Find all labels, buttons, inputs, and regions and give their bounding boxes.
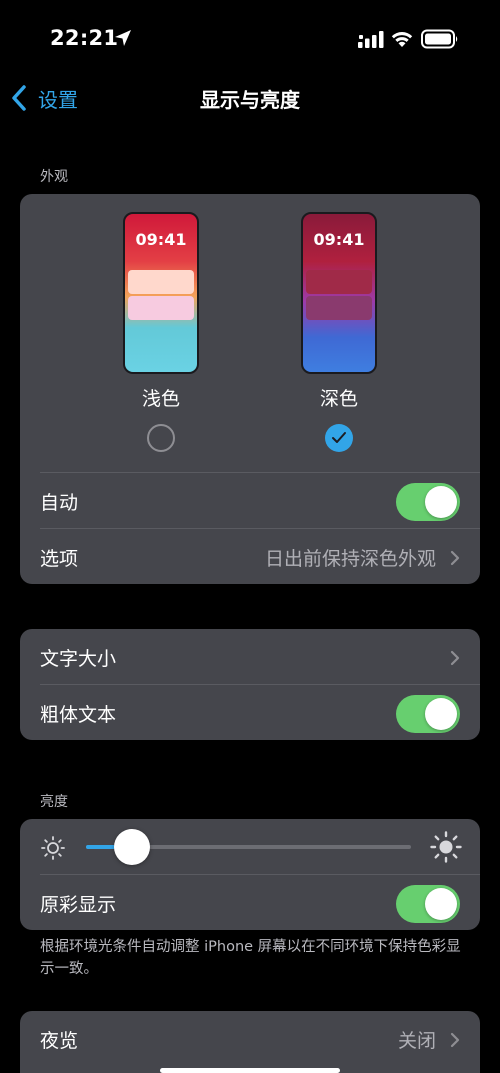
- wifi-icon: [391, 32, 413, 47]
- appearance-card: 09:41 浅色 09:41 深色 自动 选项 日出前保持深色外观: [20, 194, 480, 584]
- light-mode-preview[interactable]: 09:41: [123, 212, 199, 374]
- dark-mode-label: 深色: [319, 388, 358, 410]
- text-size-label: 文字大小: [40, 648, 117, 670]
- sun-large-icon: [430, 831, 462, 863]
- true-tone-toggle[interactable]: [396, 884, 460, 923]
- light-mode-radio[interactable]: [147, 424, 175, 452]
- auto-toggle[interactable]: [396, 482, 460, 521]
- night-shift-label: 夜览: [40, 1030, 79, 1052]
- bold-text-row: 粗体文本: [40, 686, 460, 740]
- options-value: 日出前保持深色外观: [264, 548, 436, 570]
- chevron-right-icon: [450, 550, 460, 566]
- night-shift-card: 夜览 关闭: [20, 1011, 480, 1073]
- bold-text-label: 粗体文本: [40, 704, 117, 726]
- dark-mode-radio[interactable]: [325, 424, 353, 452]
- section-header-brightness: 亮度: [40, 794, 68, 810]
- text-size-row[interactable]: 文字大小: [40, 630, 460, 685]
- separator: [40, 472, 480, 473]
- light-mode-label: 浅色: [141, 388, 180, 410]
- toggle-knob: [425, 485, 457, 518]
- light-preview-time: 09:41: [135, 230, 187, 249]
- checkmark-icon: [332, 432, 346, 443]
- status-bar: 22:21: [0, 0, 500, 78]
- sun-small-icon: [41, 836, 65, 860]
- chevron-right-icon: [450, 650, 460, 666]
- light-preview-widget: [128, 296, 194, 320]
- true-tone-label: 原彩显示: [40, 894, 117, 916]
- true-tone-footnote: 根据环境光条件自动调整 iPhone 屏幕以在不同环境下保持色彩显示一致。: [40, 939, 461, 977]
- dark-preview-widget: [306, 270, 372, 294]
- night-shift-row[interactable]: 夜览 关闭: [40, 1012, 460, 1067]
- auto-appearance-row: 自动: [40, 474, 460, 529]
- status-time: 22:21: [50, 26, 119, 50]
- separator: [40, 874, 480, 875]
- display-brightness-screen: 22:21 设置 显示与亮度 外观 09:41 浅色 09:41 深色 自动 选…: [0, 0, 500, 1073]
- home-indicator: [160, 1068, 340, 1073]
- auto-label: 自动: [40, 492, 79, 514]
- separator: [40, 684, 480, 685]
- toggle-knob: [425, 697, 457, 730]
- brightness-card: 原彩显示: [20, 819, 480, 930]
- chevron-right-icon: [450, 1032, 460, 1048]
- section-header-appearance: 外观: [40, 169, 68, 185]
- dark-preview-time: 09:41: [313, 230, 365, 249]
- night-shift-value: 关闭: [397, 1030, 436, 1052]
- appearance-options-row[interactable]: 选项 日出前保持深色外观: [40, 530, 460, 584]
- battery-icon: [421, 29, 458, 49]
- separator: [40, 528, 480, 529]
- page-title: 显示与亮度: [200, 88, 300, 112]
- signal-icon: [358, 31, 384, 48]
- location-icon: [115, 30, 131, 46]
- dark-preview-widget: [306, 296, 372, 320]
- true-tone-row: 原彩显示: [40, 876, 460, 930]
- dark-mode-preview[interactable]: 09:41: [301, 212, 377, 374]
- bold-text-toggle[interactable]: [396, 694, 460, 733]
- text-settings-card: 文字大小 粗体文本: [20, 629, 480, 740]
- options-label: 选项: [40, 548, 79, 570]
- brightness-slider-thumb[interactable]: [114, 829, 150, 865]
- toggle-knob: [425, 887, 457, 920]
- light-preview-widget: [128, 270, 194, 294]
